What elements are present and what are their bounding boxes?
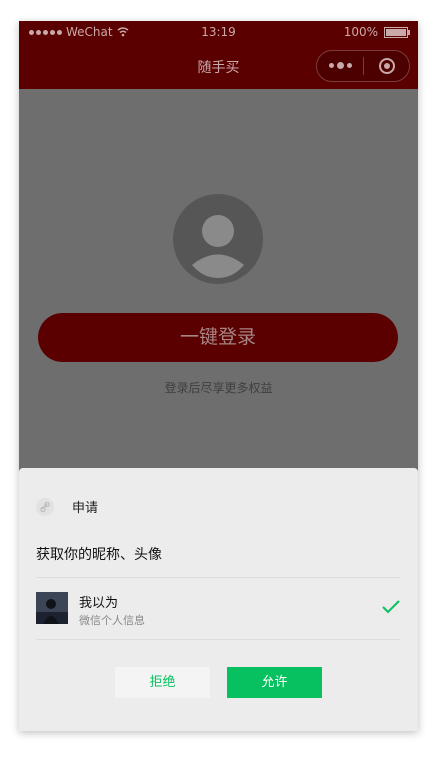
close-target-icon [378,58,395,74]
user-info-subtitle: 微信个人信息 [79,614,145,627]
user-nickname: 我以为 [79,596,119,611]
close-miniprogram-button[interactable] [364,58,409,74]
allow-button[interactable]: 允许 [227,667,322,698]
user-avatar [36,592,68,624]
dialog-app-label: 申请 [72,501,99,516]
authorization-dialog: 申请 获取你的昵称、头像 我以为 微信个人信息 拒绝 允许 [19,468,418,731]
phone-screen: WeChat 13:19 100% 随手买 一键登录 登录后尽享更多权益 申请 … [19,21,418,731]
default-avatar-icon [173,194,263,284]
menu-capsule [316,50,410,82]
check-icon [382,600,400,614]
app-link-icon [36,497,54,516]
user-profile-option[interactable]: 我以为 微信个人信息 [36,592,400,627]
battery-icon [384,26,410,38]
more-options-icon[interactable] [317,62,363,69]
dialog-app-row: 申请 [36,497,98,516]
one-click-login-button[interactable]: 一键登录 [38,313,398,362]
login-benefit-hint: 登录后尽享更多权益 [164,381,273,395]
reject-button[interactable]: 拒绝 [115,667,210,698]
battery-status: 100% [343,25,410,39]
dialog-request-title: 获取你的昵称、头像 [36,547,162,563]
divider [36,577,400,578]
battery-percent: 100% [343,25,378,39]
divider [36,639,400,640]
status-bar: WeChat 13:19 100% [19,21,418,43]
nav-bar: 随手买 [19,43,418,89]
